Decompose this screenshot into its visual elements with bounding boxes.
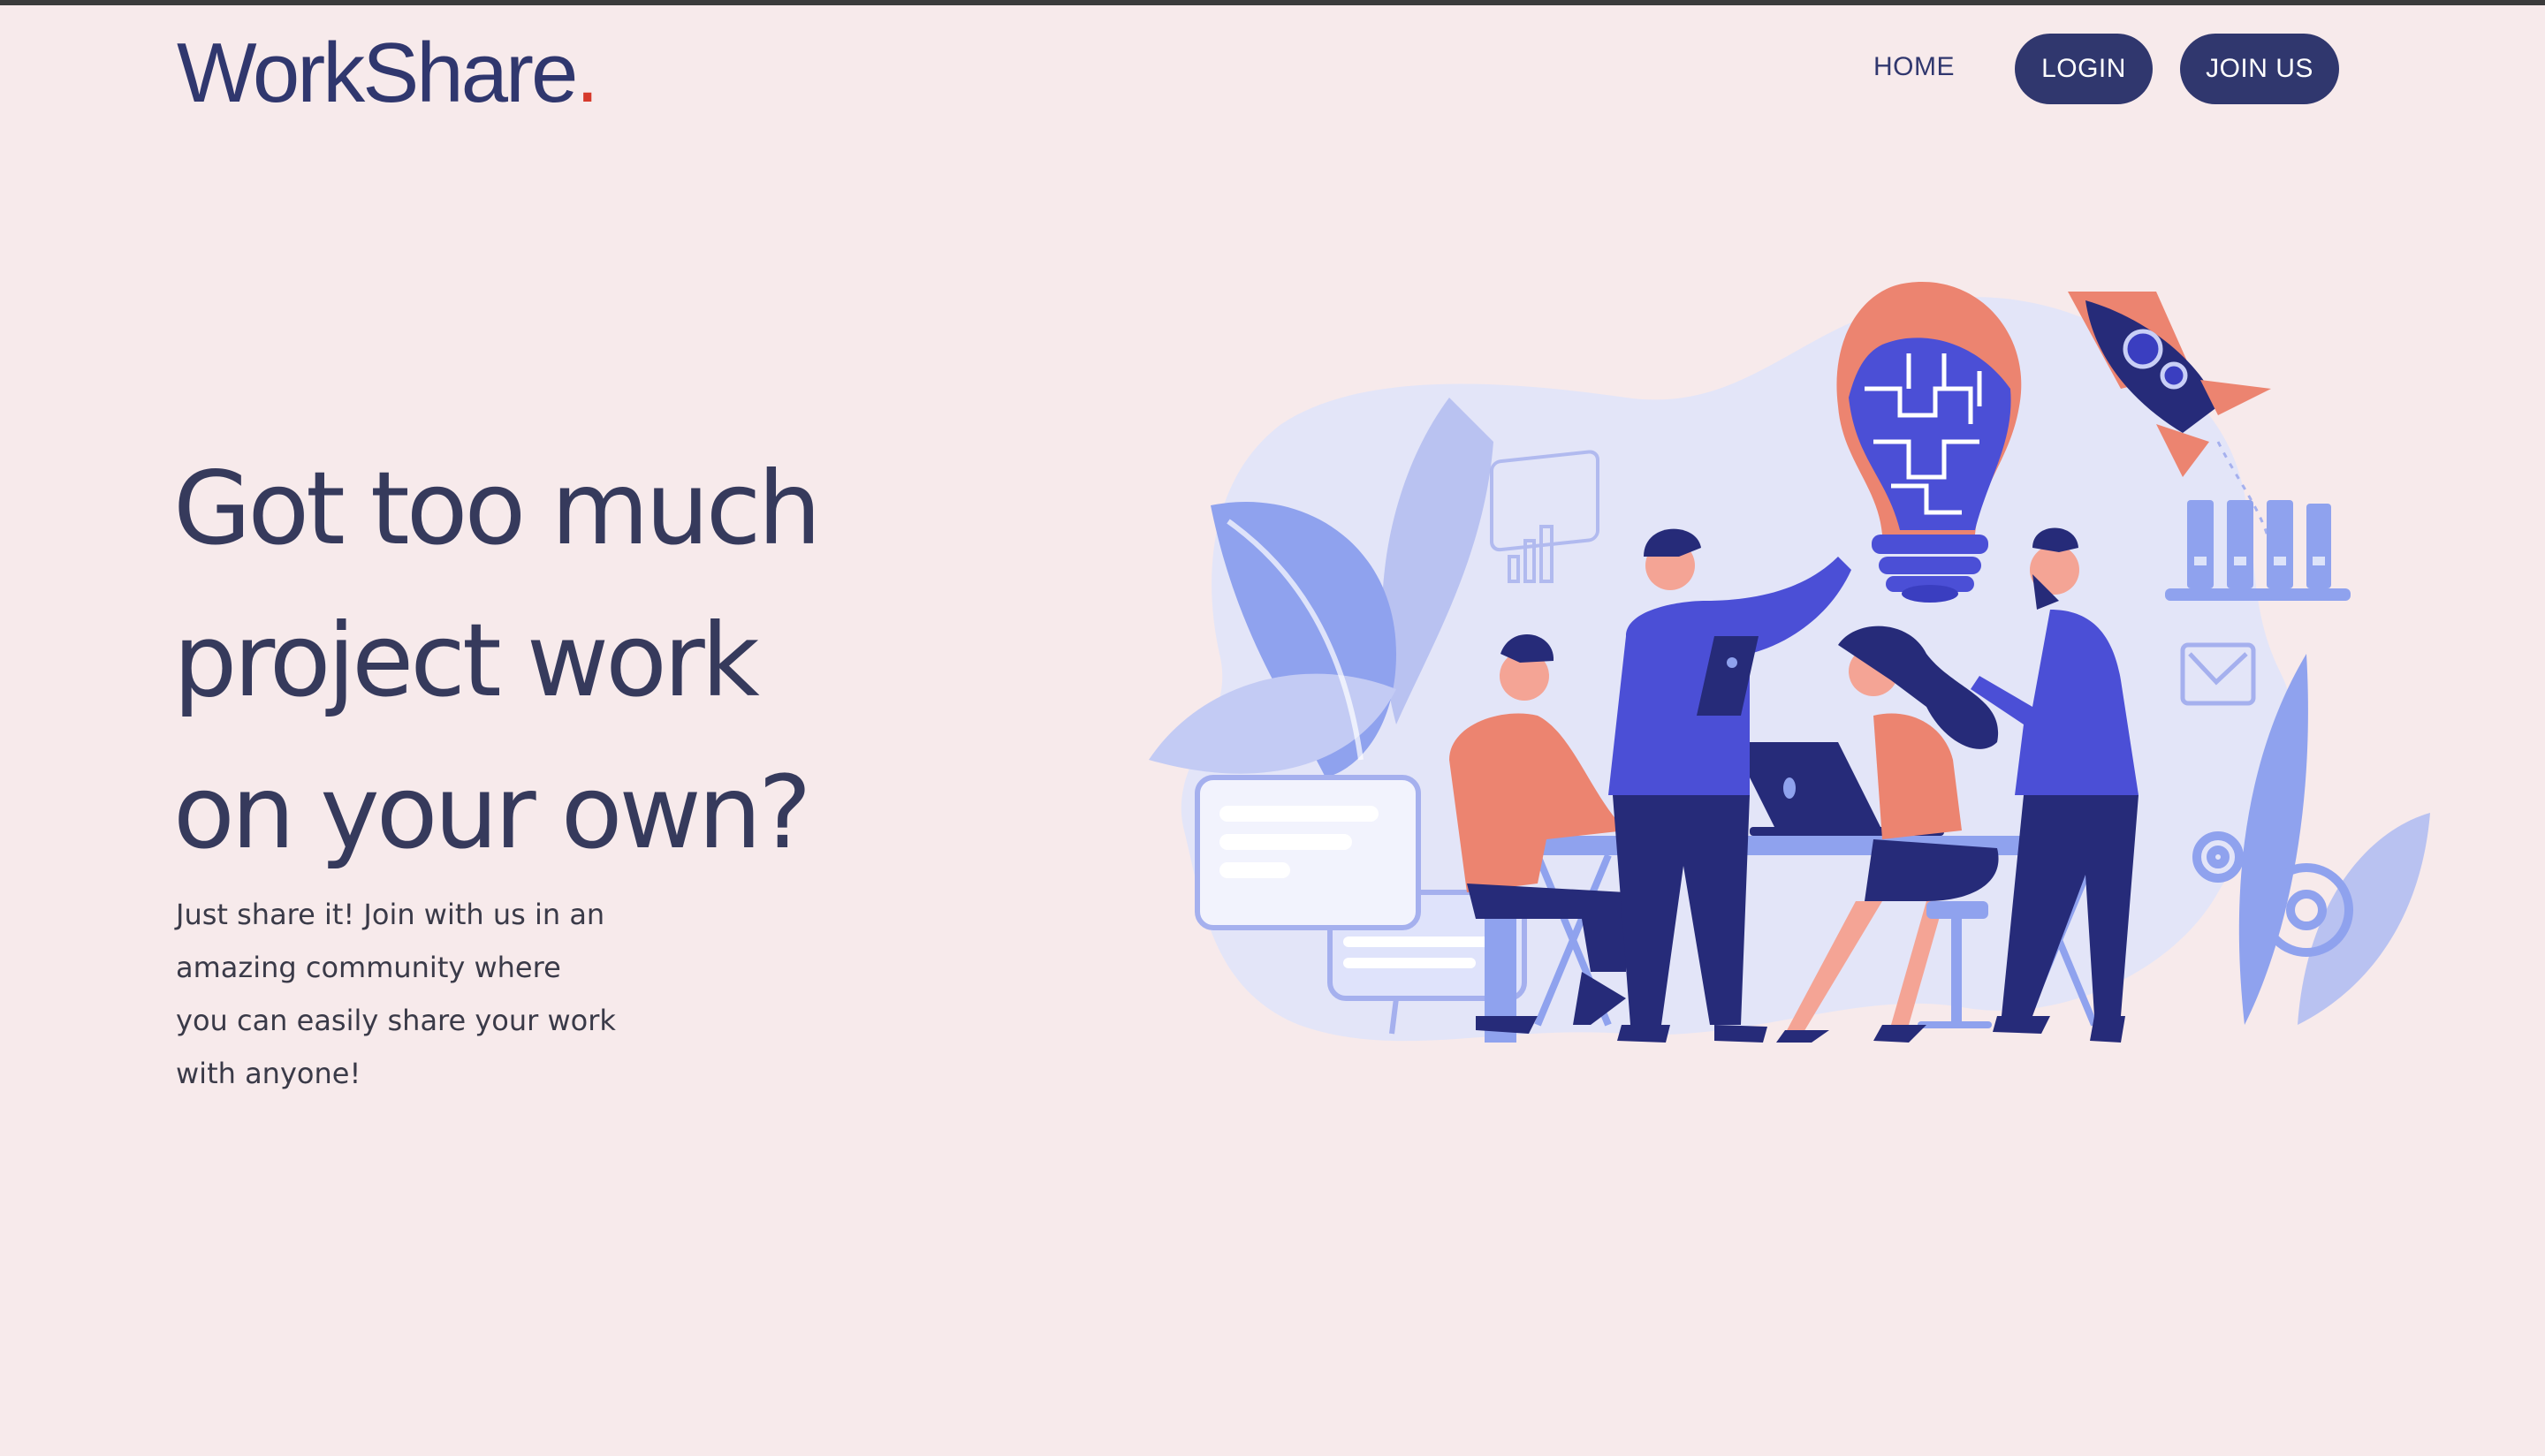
hero-description-line: Just share it! Join with us in an (176, 898, 605, 931)
brand-name: WorkShare (177, 26, 578, 120)
team-meeting-illustration (1149, 282, 2430, 1043)
binders-shelf-icon (2165, 500, 2351, 601)
hero-title: Got too much project work on your own? (173, 433, 969, 889)
hero-description-line: with anyone! (176, 1057, 361, 1090)
join-us-button[interactable]: JOIN US (2180, 34, 2339, 104)
hero-description-line: you can easily share your work (176, 1004, 616, 1037)
brand-dot: . (575, 26, 599, 120)
brand-logo[interactable]: WorkShare. (177, 25, 599, 122)
hero-title-line: project work (173, 602, 760, 719)
hero-description: Just share it! Join with us in an amazin… (176, 888, 635, 1100)
hero-title-line: Got too much (173, 450, 822, 567)
hero-title-line: on your own? (173, 754, 812, 871)
nav-home-link[interactable]: HOME (1873, 49, 1955, 85)
site-header: WorkShare. HOME LOGIN JOIN US (0, 5, 2545, 138)
hero-description-line: amazing community where (176, 951, 561, 984)
login-button[interactable]: LOGIN (2015, 34, 2153, 104)
